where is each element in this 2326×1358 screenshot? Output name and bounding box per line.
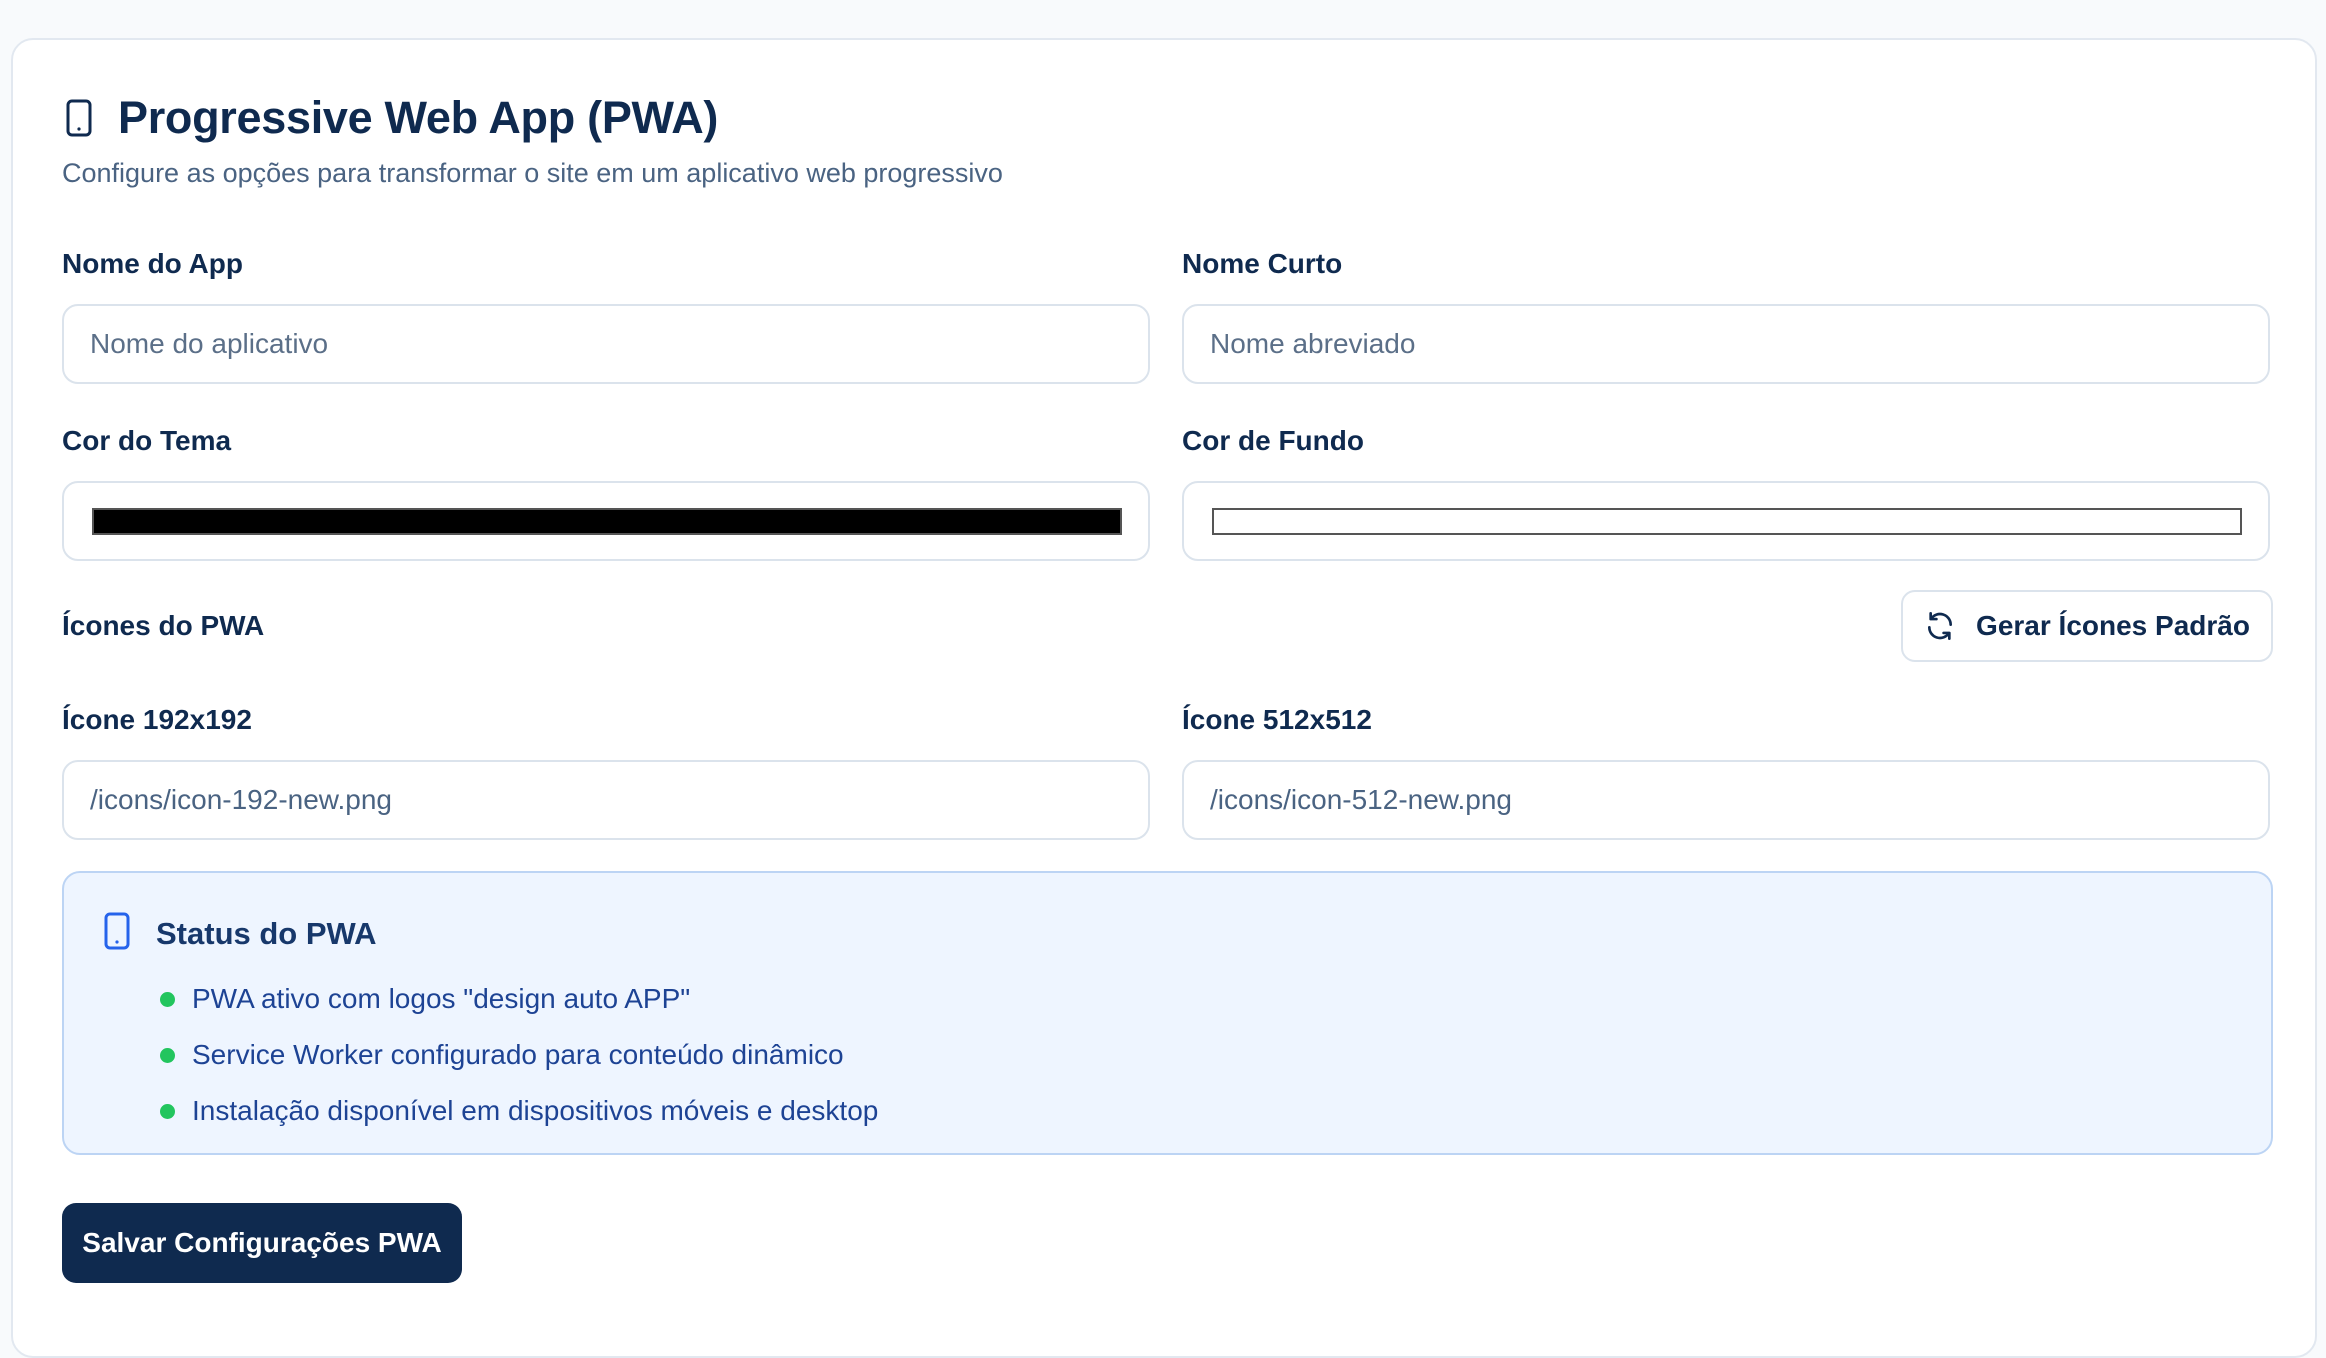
status-list: PWA ativo com logos "design auto APP" Se… bbox=[160, 971, 878, 1139]
status-item-text: Service Worker configurado para conteúdo… bbox=[192, 1039, 844, 1070]
status-item: Instalação disponível em dispositivos mó… bbox=[160, 1083, 878, 1139]
refresh-icon bbox=[1924, 610, 1956, 642]
status-item: Service Worker configurado para conteúdo… bbox=[160, 1027, 878, 1083]
app-name-input[interactable] bbox=[62, 304, 1150, 384]
pwa-status-panel: Status do PWA PWA ativo com logos "desig… bbox=[62, 871, 2273, 1155]
status-title: Status do PWA bbox=[156, 915, 377, 951]
status-item-text: Instalação disponível em dispositivos mó… bbox=[192, 1095, 879, 1126]
icon-192-input[interactable] bbox=[62, 760, 1150, 840]
generate-default-icons-button[interactable]: Gerar Ícones Padrão bbox=[1901, 590, 2273, 662]
smartphone-icon bbox=[62, 96, 96, 140]
page-title: Progressive Web App (PWA) bbox=[118, 92, 719, 143]
status-dot-icon bbox=[160, 991, 175, 1007]
icon-192-label: Ícone 192x192 bbox=[62, 704, 252, 735]
background-color-swatch bbox=[1212, 508, 2242, 535]
pwa-icons-label: Ícones do PWA bbox=[62, 610, 265, 641]
theme-color-swatch bbox=[92, 508, 1122, 535]
status-dot-icon bbox=[160, 1047, 175, 1063]
pwa-settings-card: Progressive Web App (PWA) Configure as o… bbox=[11, 38, 2317, 1358]
short-name-label: Nome Curto bbox=[1182, 248, 1343, 279]
short-name-input[interactable] bbox=[1182, 304, 2270, 384]
theme-color-picker[interactable] bbox=[62, 481, 1150, 561]
generate-button-label: Gerar Ícones Padrão bbox=[1976, 610, 2250, 641]
page-subtitle: Configure as opções para transformar o s… bbox=[62, 158, 1003, 188]
icon-512-input[interactable] bbox=[1182, 760, 2270, 840]
save-pwa-settings-button[interactable]: Salvar Configurações PWA bbox=[62, 1203, 462, 1283]
theme-color-label: Cor do Tema bbox=[62, 425, 232, 456]
app-name-label: Nome do App bbox=[62, 248, 243, 279]
status-item: PWA ativo com logos "design auto APP" bbox=[160, 971, 878, 1027]
background-color-label: Cor de Fundo bbox=[1182, 425, 1364, 456]
status-dot-icon bbox=[160, 1103, 175, 1119]
icon-512-label: Ícone 512x512 bbox=[1182, 704, 1372, 735]
smartphone-icon bbox=[102, 911, 132, 956]
card-header: Progressive Web App (PWA) Configure as o… bbox=[62, 88, 1003, 189]
background-color-picker[interactable] bbox=[1182, 481, 2270, 561]
status-item-text: PWA ativo com logos "design auto APP" bbox=[192, 983, 691, 1014]
